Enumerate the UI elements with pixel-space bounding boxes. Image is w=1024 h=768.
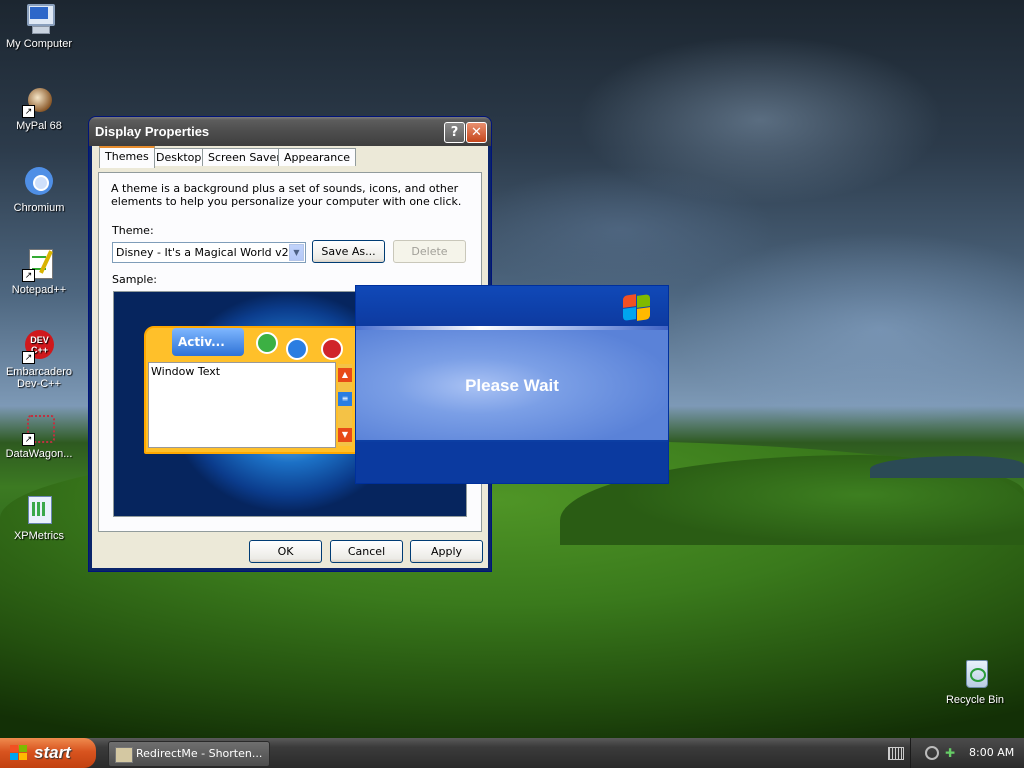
ok-button[interactable]: OK — [249, 540, 322, 563]
title-bar[interactable]: Display Properties ? ✕ — [89, 117, 491, 146]
window-title: Display Properties — [95, 124, 210, 139]
wait-header — [356, 286, 668, 326]
windows-logo-icon — [10, 745, 28, 762]
icon-label: DataWagon... — [5, 448, 73, 460]
icon-label: Embarcadero — [5, 366, 73, 378]
keyboard-icon[interactable] — [888, 747, 904, 760]
theme-dropdown[interactable]: Disney - It's a Magical World v2.0 ▼ — [112, 242, 306, 263]
tab-desktop[interactable]: Desktop — [150, 148, 208, 166]
scroll-up-icon: ▲ — [338, 368, 352, 382]
start-button[interactable]: start — [0, 738, 96, 768]
icon-label: Dev-C++ — [16, 378, 62, 390]
computer-icon — [22, 2, 56, 36]
icon-label: Chromium — [13, 202, 65, 214]
shortcut-arrow-icon: ↗ — [22, 105, 35, 118]
desktop-icon-recycle-bin[interactable]: Recycle Bin — [936, 658, 1014, 706]
theme-dropdown-value: Disney - It's a Magical World v2.0 — [116, 246, 300, 259]
scroll-thumb: ≡ — [338, 392, 352, 406]
desktop-icon-mypal[interactable]: ↗ MyPal 68 — [0, 84, 78, 132]
chromium-icon — [22, 166, 56, 200]
close-button[interactable]: ✕ — [466, 122, 487, 143]
icon-label: My Computer — [5, 38, 73, 50]
tab-themes[interactable]: Themes — [99, 146, 155, 168]
taskbar-button-label: RedirectMe - Shorten... — [136, 747, 263, 760]
icon-label: Recycle Bin — [945, 694, 1005, 706]
desktop-icon-notepadpp[interactable]: ↗ Notepad++ — [0, 248, 78, 296]
apply-button[interactable]: Apply — [410, 540, 483, 563]
save-as-button[interactable]: Save As... — [312, 240, 385, 263]
desktop-icon-datawagon[interactable]: ↗ DataWagon... — [0, 412, 78, 460]
sample-active-window: Activ... Window Text ▲ ≡ ▼ — [144, 326, 368, 454]
chevron-down-icon[interactable]: ▼ — [289, 244, 304, 261]
icon-label: XPMetrics — [13, 530, 65, 542]
datawagon-icon: ↗ — [22, 412, 56, 446]
tab-screen-saver[interactable]: Screen Saver — [202, 148, 287, 166]
sample-scrollbar: ▲ ≡ ▼ — [338, 364, 352, 446]
tab-appearance[interactable]: Appearance — [278, 148, 357, 166]
mypal-icon: ↗ — [22, 84, 56, 118]
close-icon — [321, 338, 343, 360]
icon-label: Notepad++ — [11, 284, 67, 296]
system-tray: ✚ 8:00 AM — [910, 738, 1024, 768]
scroll-down-icon: ▼ — [338, 428, 352, 442]
window-icon — [115, 747, 133, 763]
taskbar-button-redirectme[interactable]: RedirectMe - Shorten... — [108, 741, 270, 767]
desktop-icon-xpmetrics[interactable]: XPMetrics — [0, 494, 78, 542]
sample-window-body: Window Text — [148, 362, 336, 448]
recycle-bin-icon — [958, 658, 992, 692]
shortcut-arrow-icon: ↗ — [22, 269, 35, 282]
cancel-button[interactable]: Cancel — [330, 540, 403, 563]
please-wait-dialog: Please Wait — [355, 285, 669, 484]
maximize-icon — [286, 338, 308, 360]
wait-message: Please Wait — [465, 376, 559, 395]
help-button[interactable]: ? — [444, 122, 465, 143]
desktop-icon-chromium[interactable]: Chromium — [0, 166, 78, 214]
theme-label: Theme: — [112, 224, 154, 237]
taskbar: start RedirectMe - Shorten... ✚ 8:00 AM — [0, 738, 1024, 768]
themes-description: A theme is a background plus a set of so… — [111, 182, 462, 208]
desktop-icon-devcpp[interactable]: DEV C++ ↗ Embarcadero Dev-C++ — [0, 330, 78, 390]
wait-footer — [356, 442, 668, 483]
icon-label: MyPal 68 — [16, 120, 62, 132]
desktop-icon-my-computer[interactable]: My Computer — [0, 2, 78, 50]
xpmetrics-icon — [22, 494, 56, 528]
devcpp-icon: DEV C++ ↗ — [22, 330, 56, 364]
network-icon[interactable]: ✚ — [945, 746, 957, 760]
notepad-plus-plus-icon: ↗ — [22, 248, 56, 282]
sample-label: Sample: — [112, 273, 157, 286]
volume-icon[interactable] — [925, 746, 939, 760]
windows-logo-icon — [621, 293, 651, 321]
shortcut-arrow-icon: ↗ — [22, 433, 35, 446]
start-label: start — [34, 743, 71, 762]
sample-window-text: Window Text — [151, 365, 221, 378]
sample-active-caption: Activ... — [172, 328, 244, 356]
minimize-icon — [256, 332, 278, 354]
clock[interactable]: 8:00 AM — [969, 746, 1014, 759]
shortcut-arrow-icon: ↗ — [22, 351, 35, 364]
delete-button[interactable]: Delete — [393, 240, 466, 263]
